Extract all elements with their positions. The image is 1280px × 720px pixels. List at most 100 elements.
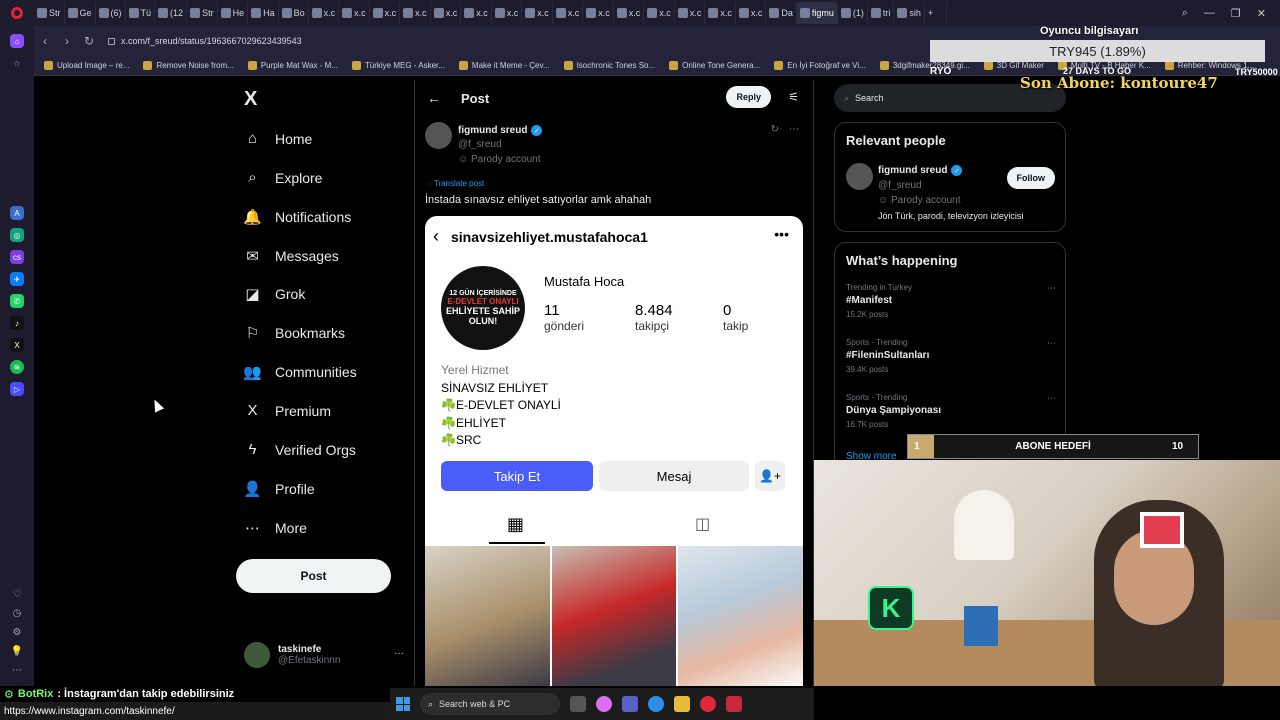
browser-tab[interactable]: x.c: [675, 2, 706, 24]
copilot-icon[interactable]: [596, 696, 612, 712]
nav-item-profile[interactable]: 👤 Profile: [243, 480, 315, 498]
account-switcher[interactable]: taskinefe @Efetaskinnn ···: [244, 642, 404, 668]
author-handle[interactable]: @f_sreud: [458, 139, 502, 150]
new-tab-button[interactable]: +: [925, 2, 947, 24]
taskbar-search[interactable]: ⌕ Search web & PC: [420, 693, 560, 715]
nav-item-messages[interactable]: ✉ Messages: [244, 247, 339, 265]
bookmark-item[interactable]: Online Tone Genera...: [669, 61, 760, 70]
bookmark-item[interactable]: Purple Mat Wax - M...: [247, 61, 338, 70]
browser-tab[interactable]: figmu: [796, 2, 838, 24]
url-field[interactable]: x.com/f_sreud/status/1963667029623439543: [108, 36, 302, 46]
back-arrow-icon[interactable]: ←: [427, 90, 441, 106]
nav-item-explore[interactable]: ⌕ Explore: [244, 169, 322, 186]
attached-image[interactable]: ‹ sinavsizehliyet.mustafahoca1 ••• 12 GÜ…: [425, 216, 803, 686]
opera-gx-icon[interactable]: [700, 696, 716, 712]
browser-tab[interactable]: He: [218, 2, 249, 24]
windows-start-icon[interactable]: [396, 697, 410, 711]
teams-icon[interactable]: [622, 696, 638, 712]
browser-tab[interactable]: Str: [34, 2, 65, 24]
close-icon[interactable]: ✕: [1257, 7, 1266, 20]
app-w-icon[interactable]: [726, 696, 742, 712]
search-input[interactable]: [855, 93, 1036, 103]
relevant-name-row[interactable]: figmund sreud ✓: [878, 165, 963, 176]
browser-tab[interactable]: x.c: [553, 2, 584, 24]
cs-rail-icon[interactable]: cs: [10, 250, 24, 264]
forward-icon[interactable]: ›: [56, 34, 78, 48]
messenger-rail-icon[interactable]: ✈: [10, 272, 24, 286]
browser-tab[interactable]: x.c: [736, 2, 767, 24]
task-view-icon[interactable]: [570, 696, 586, 712]
browser-tab[interactable]: Ha: [248, 2, 279, 24]
tune-icon[interactable]: ⚟: [788, 90, 799, 104]
reload-icon[interactable]: ↻: [78, 34, 100, 48]
browser-tab[interactable]: x.c: [583, 2, 614, 24]
relevant-avatar[interactable]: [846, 163, 873, 190]
maximize-icon[interactable]: ❐: [1231, 7, 1241, 20]
nav-item-notifications[interactable]: 🔔 Notifications: [243, 208, 351, 226]
browser-tab[interactable]: x.c: [370, 2, 401, 24]
more-icon[interactable]: ···: [394, 648, 404, 659]
trend-more-icon[interactable]: ⋯: [1047, 393, 1056, 404]
browser-tab[interactable]: x.c: [339, 2, 370, 24]
browser-tab[interactable]: x.c: [614, 2, 645, 24]
bookmark-item[interactable]: En İyi Fotoğraf ve Vi...: [774, 61, 866, 70]
relevant-handle[interactable]: @f_sreud: [878, 180, 922, 191]
browser-tab[interactable]: x.c: [522, 2, 553, 24]
browser-tab[interactable]: (6): [96, 2, 126, 24]
more-rail-icon[interactable]: ⋯: [12, 665, 22, 676]
bulb-rail-icon[interactable]: 💡: [11, 646, 23, 657]
heart-rail-icon[interactable]: ♡: [13, 589, 22, 600]
bookmark-item[interactable]: Upload Image – re...: [44, 61, 129, 70]
nav-item-home[interactable]: ⌂ Home: [244, 130, 312, 147]
nav-item-more[interactable]: ⋯ More: [244, 519, 307, 537]
back-icon[interactable]: ‹: [34, 34, 56, 48]
home-rail-icon[interactable]: ⌂: [10, 34, 24, 48]
opera-logo-icon[interactable]: [0, 0, 34, 26]
author-avatar[interactable]: [425, 122, 452, 149]
browser-tab[interactable]: sih: [894, 2, 925, 24]
browser-tab[interactable]: Tü: [126, 2, 156, 24]
settings-rail-icon[interactable]: ⚙: [13, 627, 22, 638]
whatsapp-rail-icon[interactable]: ✆: [10, 294, 24, 308]
browser-tab[interactable]: Str: [187, 2, 218, 24]
bookmark-item[interactable]: Make it Meme - Çev...: [458, 61, 550, 70]
tiktok-rail-icon[interactable]: ♪: [10, 316, 24, 330]
bookmark-item[interactable]: Isochronic Tones So...: [563, 61, 655, 70]
star-rail-icon[interactable]: ☆: [10, 56, 24, 70]
browser-tab[interactable]: Ge: [65, 2, 96, 24]
browser-tab[interactable]: x.c: [431, 2, 462, 24]
nav-item-grok[interactable]: ◪ Grok: [244, 285, 305, 303]
trend-item[interactable]: Sports · Trending #FileninSultanları 39.4K…: [846, 338, 1056, 374]
trend-item[interactable]: Sports · Trending Dünya Şampiyonası 16.7K …: [846, 393, 1056, 429]
nav-item-bookmarks[interactable]: ⚐ Bookmarks: [244, 324, 345, 342]
browser-tab[interactable]: Da: [766, 2, 797, 24]
nav-item-premium[interactable]: X Premium: [244, 402, 331, 419]
browser-tab[interactable]: x.c: [461, 2, 492, 24]
grok-icon[interactable]: ↻: [771, 124, 779, 135]
browser-tab[interactable]: x.c: [644, 2, 675, 24]
bookmark-item[interactable]: Remove Noise from...: [143, 61, 234, 70]
trend-item[interactable]: Trending in Turkey #Manifest 15.2K posts ⋯: [846, 283, 1056, 319]
trend-more-icon[interactable]: ⋯: [1047, 338, 1056, 349]
chatgpt-rail-icon[interactable]: ◎: [10, 228, 24, 242]
browser-tab[interactable]: tri: [868, 2, 895, 24]
aria-rail-icon[interactable]: A: [10, 206, 24, 220]
browser-tab[interactable]: (1): [838, 2, 868, 24]
translate-post-link[interactable]: ◌ Translate post: [427, 179, 484, 188]
browser-tab[interactable]: x.c: [705, 2, 736, 24]
browser-tab[interactable]: Bo: [279, 2, 309, 24]
minimize-icon[interactable]: —: [1204, 7, 1215, 20]
post-button[interactable]: Post: [236, 559, 391, 593]
browser-tab[interactable]: x.c: [309, 2, 340, 24]
bookmark-item[interactable]: 3dgifmaker28349.gi...: [879, 61, 970, 70]
nav-item-communities[interactable]: 👥 Communities: [243, 363, 357, 381]
follow-button[interactable]: Follow: [1006, 167, 1055, 189]
browser-tab[interactable]: x.c: [492, 2, 523, 24]
edge-icon[interactable]: [648, 696, 664, 712]
x-logo-icon[interactable]: X: [244, 88, 257, 111]
author-name-row[interactable]: figmund sreud ✓: [458, 125, 543, 136]
search-tabs-icon[interactable]: ⌕: [1182, 7, 1188, 20]
bookmark-item[interactable]: Türkiye MEG - Asker...: [351, 61, 445, 70]
browser-tab[interactable]: (12: [155, 2, 188, 24]
x-rail-icon[interactable]: X: [10, 338, 24, 352]
